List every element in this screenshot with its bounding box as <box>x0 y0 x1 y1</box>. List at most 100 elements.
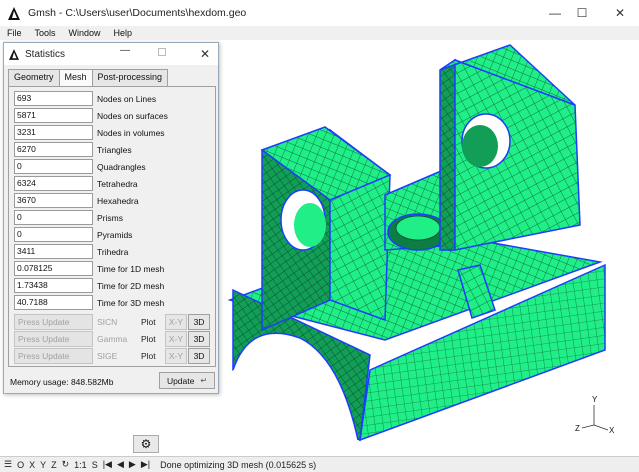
tab-mesh[interactable]: Mesh <box>58 69 93 86</box>
update-button[interactable]: Update ↵ <box>159 372 215 389</box>
tab-post-processing[interactable]: Post-processing <box>91 69 169 86</box>
status-bar: ☰ O X Y Z ↻ 1:1 S |◀ ◀ ▶ ▶| Done optimiz… <box>0 456 639 472</box>
last-frame-icon[interactable]: ▶| <box>141 459 150 470</box>
stat-row: 6324 Tetrahedra <box>14 176 138 191</box>
view-s-button[interactable]: S <box>92 460 98 470</box>
stat-value[interactable]: 693 <box>14 91 93 106</box>
plot-label: Plot <box>141 317 156 327</box>
axis-y-label: Y <box>592 395 598 404</box>
stat-label: Time for 2D mesh <box>97 280 165 291</box>
stat-label: Time for 3D mesh <box>97 297 165 308</box>
statistics-dialog: Statistics — ✕ Geometry Mesh Post-proces… <box>3 42 219 394</box>
plot-label: Plot <box>141 351 156 361</box>
update-button-label: Update <box>166 375 195 386</box>
menu-file[interactable]: File <box>7 28 22 38</box>
stat-row: 3231 Nodes in volumes <box>14 125 165 140</box>
statistics-maximize-icon[interactable] <box>158 48 166 56</box>
stat-label: Nodes on surfaces <box>97 110 168 121</box>
stat-row: 40.7188 Time for 3D mesh <box>14 295 164 310</box>
stat-label: Time for 1D mesh <box>97 263 165 274</box>
quality-row-sicn: Press Update SICN Plot X-Y 3D <box>14 314 210 330</box>
xy-button[interactable]: X-Y <box>165 348 187 364</box>
stat-value[interactable]: 5871 <box>14 108 93 123</box>
menu-window[interactable]: Window <box>69 28 101 38</box>
gmsh-small-icon <box>9 48 19 60</box>
axes-indicator: Y Z X <box>570 395 620 440</box>
press-update-button[interactable]: Press Update <box>14 331 93 347</box>
axis-x-label: X <box>609 426 615 435</box>
next-frame-icon[interactable]: ▶ <box>129 459 136 470</box>
stat-value[interactable]: 0.078125 <box>14 261 93 276</box>
statistics-minimize-icon[interactable]: — <box>120 45 130 56</box>
stat-value[interactable]: 6324 <box>14 176 93 191</box>
gear-icon[interactable]: ⚙ <box>133 435 159 453</box>
status-menu-icon[interactable]: ☰ <box>4 459 12 470</box>
stat-label: Prisms <box>97 212 123 223</box>
stat-row: 0 Pyramids <box>14 227 132 242</box>
stat-value[interactable]: 3411 <box>14 244 93 259</box>
stat-row: 5871 Nodes on surfaces <box>14 108 168 123</box>
first-frame-icon[interactable]: |◀ <box>103 459 112 470</box>
stat-value[interactable]: 3670 <box>14 193 93 208</box>
stat-label: Quadrangles <box>97 161 146 172</box>
return-arrow-icon: ↵ <box>200 376 208 385</box>
quality-row-sige: Press Update SIGE Plot X-Y 3D <box>14 348 210 364</box>
view-y-button[interactable]: Y <box>40 460 46 470</box>
stat-label: Nodes on Lines <box>97 93 157 104</box>
status-message: Done optimizing 3D mesh (0.015625 s) <box>160 459 317 470</box>
stat-value[interactable]: 1.73438 <box>14 278 93 293</box>
tab-geometry[interactable]: Geometry <box>8 69 60 86</box>
statistics-close-icon[interactable]: ✕ <box>200 47 210 61</box>
statistics-titlebar: Statistics — ✕ <box>4 43 218 65</box>
quality-label: Gamma <box>97 334 128 344</box>
stat-row: 6270 Triangles <box>14 142 132 157</box>
prev-frame-icon[interactable]: ◀ <box>117 459 124 470</box>
stat-row: 0 Prisms <box>14 210 123 225</box>
3d-button[interactable]: 3D <box>188 314 210 330</box>
statistics-tabs: Geometry Mesh Post-processing <box>8 69 169 86</box>
press-update-button[interactable]: Press Update <box>14 314 93 330</box>
quality-label: SIGE <box>97 351 118 361</box>
stat-row: 0 Quadrangles <box>14 159 146 174</box>
stat-label: Tetrahedra <box>97 178 138 189</box>
stat-label: Hexahedra <box>97 195 139 206</box>
quality-label: SICN <box>97 317 118 327</box>
3d-button[interactable]: 3D <box>188 331 210 347</box>
menu-bar: File Tools Window Help <box>0 26 639 40</box>
view-z-button[interactable]: Z <box>51 460 57 470</box>
memory-usage: Memory usage: 848.582Mb <box>10 377 114 387</box>
press-update-button[interactable]: Press Update <box>14 348 93 364</box>
stat-label: Trihedra <box>97 246 129 257</box>
stat-label: Nodes in volumes <box>97 127 165 138</box>
menu-tools[interactable]: Tools <box>35 28 56 38</box>
3d-button[interactable]: 3D <box>188 348 210 364</box>
close-window-icon[interactable]: ✕ <box>597 0 639 26</box>
view-o-button[interactable]: O <box>17 460 24 470</box>
view-1to1-button[interactable]: 1:1 <box>74 460 87 470</box>
stat-row: 3411 Trihedra <box>14 244 128 259</box>
stat-value[interactable]: 0 <box>14 227 93 242</box>
stat-value[interactable]: 0 <box>14 210 93 225</box>
stat-value[interactable]: 3231 <box>14 125 93 140</box>
xy-button[interactable]: X-Y <box>165 331 187 347</box>
stat-value[interactable]: 6270 <box>14 142 93 157</box>
stat-row: 1.73438 Time for 2D mesh <box>14 278 164 293</box>
axis-z-label: Z <box>575 424 580 433</box>
menu-help[interactable]: Help <box>114 28 133 38</box>
statistics-title: Statistics <box>25 48 66 60</box>
stat-label: Triangles <box>97 144 132 155</box>
stat-row: 693 Nodes on Lines <box>14 91 156 106</box>
gmsh-logo-icon <box>8 6 20 20</box>
window-title: Gmsh - C:\Users\user\Documents\hexdom.ge… <box>28 7 247 19</box>
stat-row: 3670 Hexahedra <box>14 193 139 208</box>
plot-label: Plot <box>141 334 156 344</box>
rotate-icon[interactable]: ↻ <box>62 459 70 470</box>
mesh-stats-panel: 693 Nodes on Lines 5871 Nodes on surfaces … <box>8 86 216 367</box>
stat-label: Pyramids <box>97 229 133 240</box>
xy-button[interactable]: X-Y <box>165 314 187 330</box>
stat-value[interactable]: 40.7188 <box>14 295 93 310</box>
stat-row: 0.078125 Time for 1D mesh <box>14 261 164 276</box>
view-x-button[interactable]: X <box>29 460 35 470</box>
stat-value[interactable]: 0 <box>14 159 93 174</box>
window-titlebar: Gmsh - C:\Users\user\Documents\hexdom.ge… <box>0 0 639 26</box>
